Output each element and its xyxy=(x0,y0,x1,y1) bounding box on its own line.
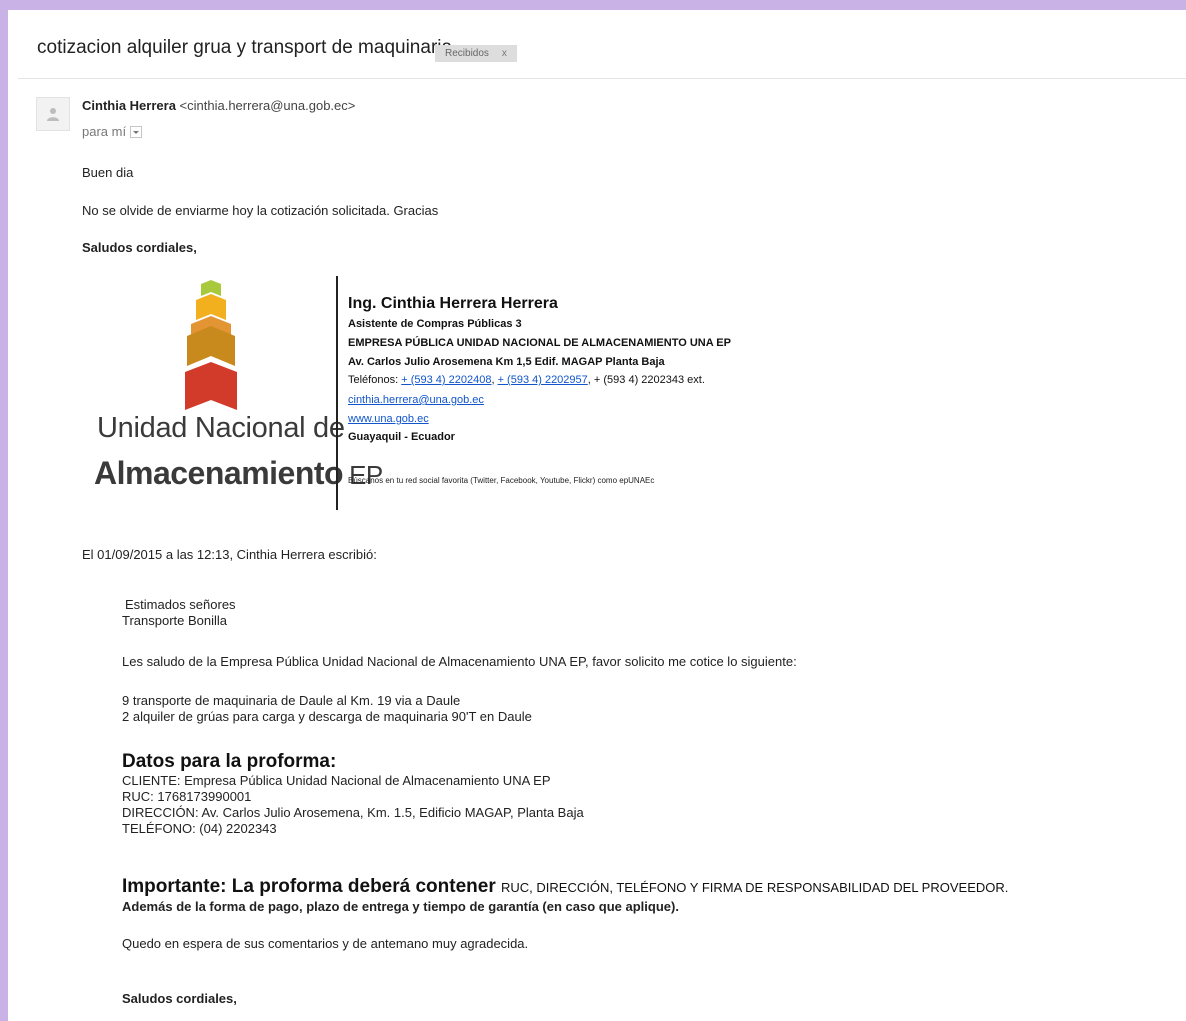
inbox-label-chip[interactable]: Recibidos x xyxy=(435,45,517,62)
header-divider xyxy=(18,78,1186,79)
sender-name[interactable]: Cinthia Herrera xyxy=(82,98,176,113)
greeting-text: Buen dia xyxy=(82,165,134,180)
signature-address: Av. Carlos Julio Arosemena Km 1,5 Edif. … xyxy=(348,356,665,368)
quoted-closing: Saludos cordiales, xyxy=(122,991,237,1006)
signature-name: Ing. Cinthia Herrera Herrera xyxy=(348,295,558,312)
signature-city: Guayaquil - Ecuador xyxy=(348,431,455,443)
datos-cliente: CLIENTE: Empresa Pública Unidad Nacional… xyxy=(122,773,551,788)
sender-email: <cinthia.herrera@una.gob.ec> xyxy=(179,98,356,113)
window-left-border xyxy=(0,0,8,1021)
window-top-border xyxy=(0,0,1186,10)
email-subject: cotizacion alquiler grua y transport de … xyxy=(37,37,453,58)
recipient-line: para mí xyxy=(82,124,143,139)
signature-divider xyxy=(336,276,338,510)
quoted-item-1: 9 transporte de maquinaria de Daule al K… xyxy=(122,693,461,708)
sender-line: Cinthia Herrera <cinthia.herrera@una.gob… xyxy=(82,98,355,113)
quoted-item-2: 2 alquiler de grúas para carga y descarg… xyxy=(122,709,532,724)
important-heading-main: Importante: La proforma deberá contener xyxy=(122,876,496,897)
phone-link-1[interactable]: + (593 4) 2202408 xyxy=(401,374,491,386)
datos-heading: Datos para la proforma: xyxy=(122,751,337,772)
remove-label-icon[interactable]: x xyxy=(502,48,507,59)
closing-text: Saludos cordiales, xyxy=(82,240,197,255)
quoted-waiting: Quedo en espera de sus comentarios y de … xyxy=(122,936,529,951)
message-line: No se olvide de enviarme hoy la cotizaci… xyxy=(82,203,439,218)
quoted-salutation-1: Estimados señores xyxy=(125,597,236,612)
inbox-label-text: Recibidos xyxy=(445,48,489,59)
chevron-down-icon[interactable] xyxy=(130,126,143,138)
logo-text-main: Almacenamiento xyxy=(94,455,344,491)
signature-company: EMPRESA PÚBLICA UNIDAD NACIONAL DE ALMAC… xyxy=(348,337,731,349)
signature-social: Búscanos en tu red social favorita (Twit… xyxy=(348,476,655,485)
quoted-intro: Les saludo de la Empresa Pública Unidad … xyxy=(122,654,797,669)
important-heading-rest: RUC, DIRECCIÓN, TELÉFONO Y FIRMA DE RESP… xyxy=(501,880,1009,895)
logo-text-line1: Unidad Nacional de xyxy=(97,412,345,444)
person-icon xyxy=(47,108,59,121)
quoted-header: El 01/09/2015 a las 12:13, Cinthia Herre… xyxy=(82,547,377,562)
recipient-text: para mí xyxy=(82,124,127,139)
signature-phones: Teléfonos: + (593 4) 2202408, + (593 4) … xyxy=(348,374,705,386)
signature-email-row: cinthia.herrera@una.gob.ec xyxy=(348,394,484,406)
important-line-2: Además de la forma de pago, plazo de ent… xyxy=(122,899,679,914)
datos-ruc: RUC: 1768173990001 xyxy=(122,789,252,804)
datos-direccion: DIRECCIÓN: Av. Carlos Julio Arosemena, K… xyxy=(122,805,584,820)
signature-email-link[interactable]: cinthia.herrera@una.gob.ec xyxy=(348,394,484,406)
important-heading: Importante: La proforma deberá contener … xyxy=(122,876,1008,898)
phone-3: + (593 4) 2202343 ext. xyxy=(593,374,705,386)
logo-text-ep: EP xyxy=(349,460,383,490)
quoted-salutation-2: Transporte Bonilla xyxy=(122,613,228,628)
sender-avatar[interactable] xyxy=(36,97,70,131)
logo-text-line2: Almacenamiento EP xyxy=(94,455,383,492)
datos-telefono: TELÉFONO: (04) 2202343 xyxy=(122,821,277,836)
logo-chevron-stack xyxy=(185,280,237,410)
phones-label: Teléfonos: xyxy=(348,374,399,386)
signature-web-row: www.una.gob.ec xyxy=(348,413,429,425)
phone-link-2[interactable]: + (593 4) 2202957 xyxy=(498,374,588,386)
signature-title: Asistente de Compras Públicas 3 xyxy=(348,318,522,330)
signature-web-link[interactable]: www.una.gob.ec xyxy=(348,413,429,425)
